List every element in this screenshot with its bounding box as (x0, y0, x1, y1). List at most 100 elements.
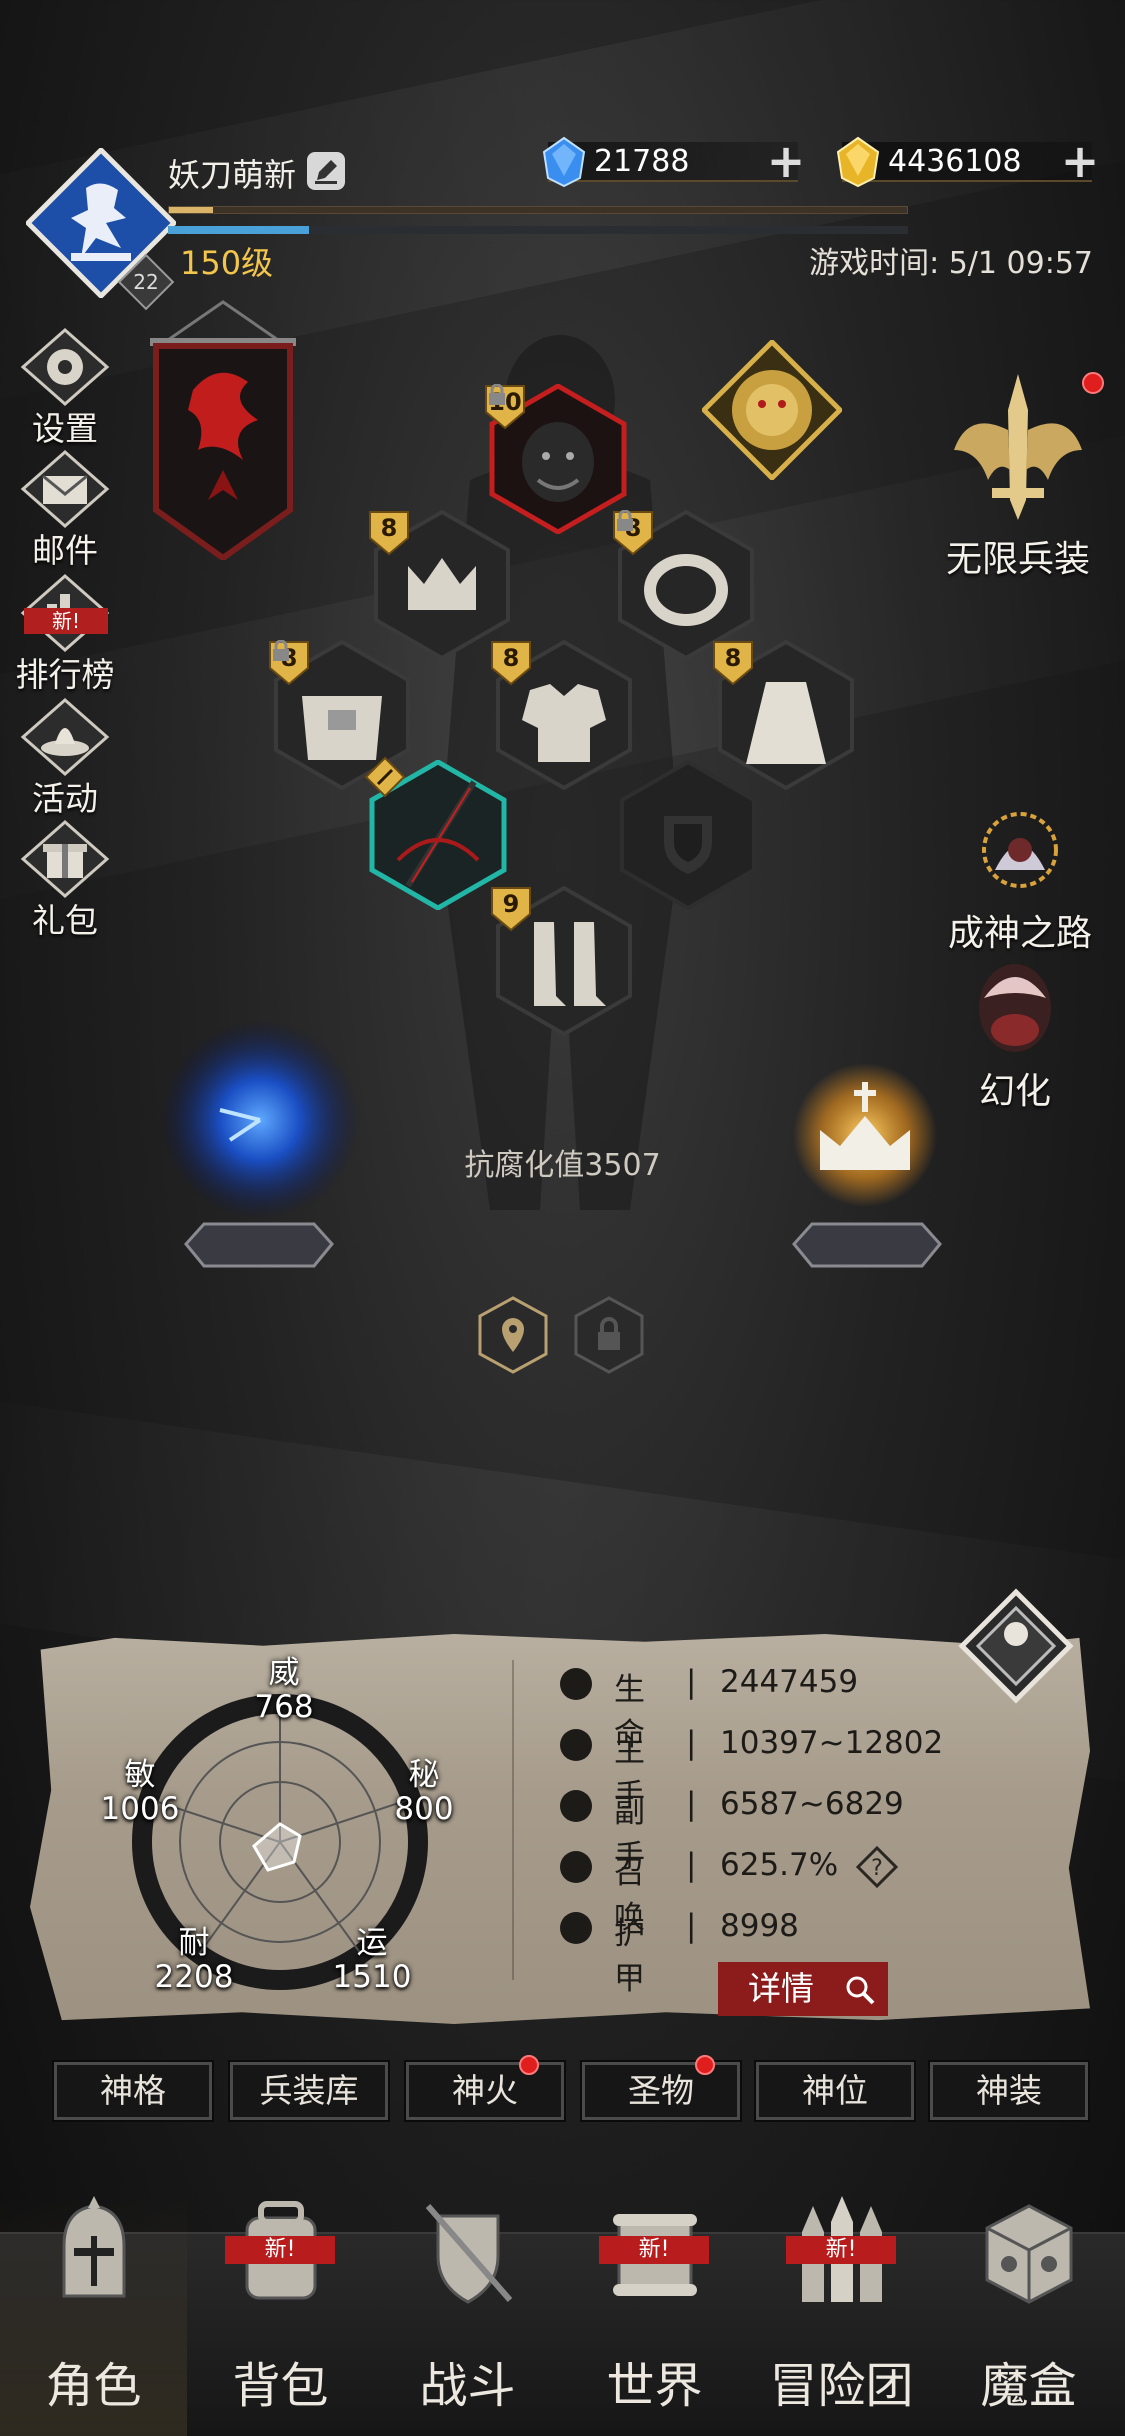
details-label: 详情 (748, 1969, 814, 2008)
attribute-yun-value: 1510 (332, 1959, 412, 1995)
cloak-tier-badge: 8 (710, 638, 756, 688)
mail-button[interactable]: 邮件 (10, 450, 120, 570)
attribute-min: 敏 1006 (90, 1758, 190, 1826)
lion-emblem-slot[interactable] (702, 340, 842, 480)
blue-portal-icon[interactable] (150, 1010, 370, 1230)
nav-magic-box[interactable]: 魔盒 (935, 2196, 1122, 2436)
nav-character[interactable]: 角色 (0, 2196, 187, 2436)
nav-new-badge: 新! (225, 2236, 335, 2264)
gold-gem-icon (836, 136, 880, 188)
tab-divine-fire[interactable]: 神火 (404, 2055, 566, 2122)
attribute-nai-value: 2208 (154, 1959, 234, 1995)
nav-new-badge: 新! (786, 2236, 896, 2264)
nav-label: 角色 (45, 2358, 142, 2414)
ranking-button[interactable]: 新! 排行榜 (10, 574, 120, 694)
infinite-weapons-notification-dot (1082, 372, 1104, 394)
winged-sword-icon (954, 374, 1082, 520)
weapon-slot[interactable] (364, 756, 508, 910)
attribute-min-value: 1006 (100, 1791, 180, 1827)
shield-swords-icon (425, 2204, 513, 2304)
boots-tier-badge: 9 (488, 884, 534, 934)
gift-pack-button[interactable]: 礼包 (10, 820, 120, 940)
stat-name: 护甲 (614, 1916, 645, 1997)
nav-label: 冒险团 (769, 2358, 914, 2414)
god-crest-icon (982, 812, 1058, 888)
tab-relics[interactable]: 圣物 (580, 2055, 742, 2122)
tab-divine-gear[interactable]: 神装 (928, 2060, 1090, 2122)
stat-value: 10397~12802 (720, 1725, 944, 1761)
nav-backpack[interactable]: 新! 背包 (187, 2196, 374, 2436)
tab-divinity[interactable]: 神格 (52, 2060, 214, 2122)
stats-toggle-button[interactable] (958, 1588, 1074, 1704)
corruption-resistance: 抗腐化值3507 (464, 1148, 661, 1183)
tab-label: 神装 (976, 2071, 1042, 2110)
transform-button[interactable]: 幻化 (950, 958, 1080, 1114)
nav-adventure-group[interactable]: 新! 冒险团 (748, 2196, 935, 2436)
nav-battle[interactable]: 战斗 (374, 2196, 561, 2436)
stat-separator: | (686, 1786, 697, 1822)
edit-name-icon[interactable] (307, 152, 345, 190)
tab-label: 圣物 (628, 2071, 694, 2110)
gem-currency: 21788 + (542, 136, 805, 188)
lock-icon (617, 510, 633, 531)
attribute-wei-label: 威 (268, 1655, 300, 1691)
guild-banner[interactable] (148, 300, 298, 560)
armor-tier-badge: 8 (488, 638, 534, 688)
boots-slot[interactable]: 9 (491, 886, 634, 1036)
magnifier-icon (846, 1976, 875, 2005)
main-hand-icon (560, 1729, 592, 1761)
stat-separator: | (686, 1725, 697, 1761)
ranking-new-badge: 新! (24, 608, 108, 634)
crown-relic-icon[interactable] (790, 1060, 940, 1210)
attribute-mi-label: 秘 (408, 1757, 440, 1793)
armor-slot[interactable]: 8 (491, 640, 634, 790)
right-pedestal (792, 1222, 942, 1268)
transform-label: 幻化 (978, 1071, 1051, 1112)
cloak-tier-text: 8 (724, 644, 742, 672)
tab-armory[interactable]: 兵装库 (228, 2060, 390, 2122)
stat-separator: | (686, 1664, 697, 1700)
nav-label: 魔盒 (980, 2358, 1077, 2414)
stat-value: 625.7% (720, 1847, 839, 1883)
stat-value: 6587~6829 (720, 1786, 904, 1822)
magic-cube-icon (985, 2204, 1073, 2304)
settings-button[interactable]: 设置 (10, 328, 120, 448)
help-icon[interactable]: ? (856, 1846, 898, 1888)
help-glyph: ? (871, 1856, 883, 1881)
gear-icon (20, 328, 110, 406)
experience-fill (169, 207, 214, 213)
avatar-level-text: 22 (133, 270, 159, 294)
gem-amount: 21788 (594, 144, 690, 179)
settings-label: 设置 (32, 409, 98, 448)
mail-label: 邮件 (32, 531, 98, 570)
attribute-mi: 秘 800 (384, 1758, 464, 1826)
nav-label: 背包 (232, 2358, 329, 2414)
details-button[interactable]: 详情 (718, 1962, 888, 2016)
tab-divine-rank[interactable]: 神位 (754, 2060, 916, 2122)
weapon-type-badge (362, 754, 408, 804)
offhand-slot[interactable] (618, 760, 758, 910)
events-button[interactable]: 活动 (10, 698, 120, 818)
lock-icon (489, 384, 505, 405)
attribute-yun: 运 1510 (322, 1926, 422, 1994)
attribute-wei-value: 768 (254, 1689, 314, 1725)
gift-icon (20, 820, 110, 898)
path-to-godhood-button[interactable]: 成神之路 (930, 800, 1110, 956)
left-pedestal (184, 1222, 334, 1268)
notification-dot (695, 2055, 715, 2075)
add-gold-button[interactable]: + (1060, 138, 1100, 184)
armor-icon (560, 1912, 592, 1944)
infinite-weapons-button[interactable]: 无限兵装 (918, 370, 1118, 582)
location-pin-button[interactable] (478, 1296, 548, 1374)
add-gems-button[interactable]: + (766, 138, 806, 184)
energy-bar (168, 226, 908, 234)
nav-label: 世界 (606, 2358, 703, 2414)
infinite-weapons-label: 无限兵装 (945, 539, 1090, 580)
path-to-godhood-label: 成神之路 (947, 913, 1092, 954)
ranking-label: 排行榜 (15, 655, 115, 694)
knight-helmet-icon (62, 2196, 126, 2298)
lock-button[interactable] (574, 1296, 644, 1374)
nav-world[interactable]: 新! 世界 (561, 2196, 748, 2436)
attribute-wei: 威 768 (244, 1656, 324, 1724)
lock-icon (273, 640, 289, 661)
